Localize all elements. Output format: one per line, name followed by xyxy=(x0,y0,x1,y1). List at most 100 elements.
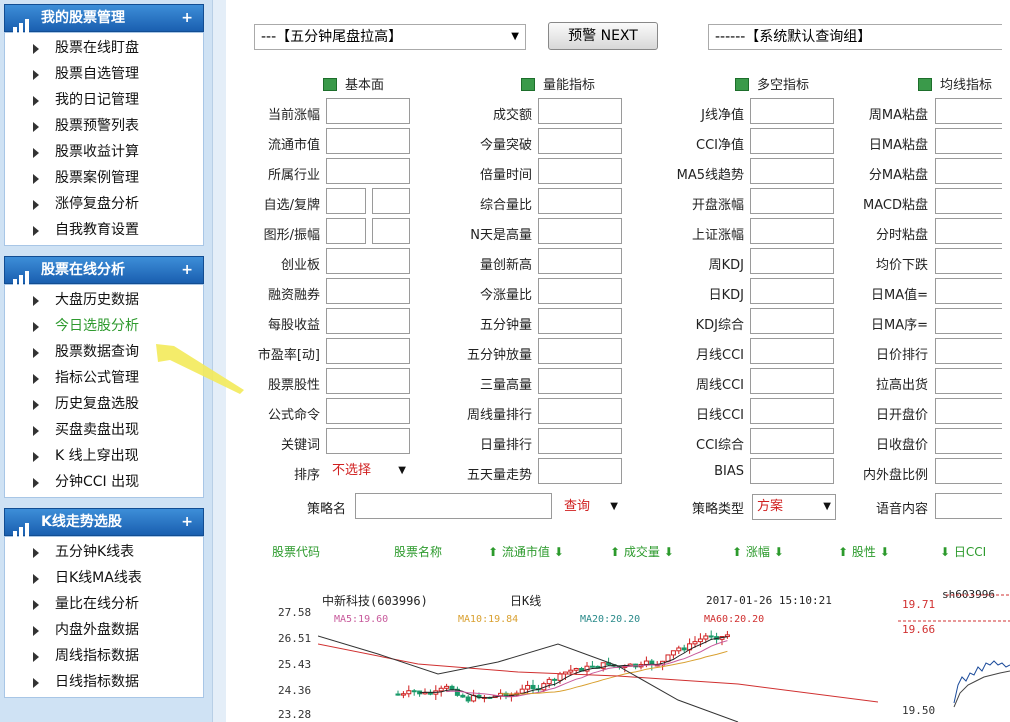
sidebar-item[interactable]: 分钟CCI 出现 xyxy=(5,469,203,495)
sidebar-item[interactable]: K 线上穿出现 xyxy=(5,443,203,469)
filter-input[interactable] xyxy=(538,428,622,454)
filter-input[interactable] xyxy=(750,158,834,184)
filter-input[interactable] xyxy=(935,308,1002,334)
filter-input[interactable] xyxy=(326,218,366,244)
filter-input[interactable] xyxy=(750,398,834,424)
filter-input[interactable] xyxy=(750,308,834,334)
voice-input[interactable] xyxy=(935,493,1002,519)
filter-input[interactable] xyxy=(372,188,410,214)
sidebar-group-header[interactable]: 我的股票管理 + xyxy=(4,4,204,33)
sidebar-item[interactable]: 日K线MA线表 xyxy=(5,565,203,591)
filter-input[interactable] xyxy=(538,368,622,394)
sidebar-group-header[interactable]: K线走势选股 + xyxy=(4,508,204,537)
grid-header-stockness[interactable]: ⬆ 股性 ⬇ xyxy=(838,543,890,560)
filter-input[interactable] xyxy=(326,368,410,394)
candlestick-chart[interactable] xyxy=(318,604,878,722)
sidebar-item[interactable]: 自我教育设置 xyxy=(5,217,203,243)
sort-up-icon: ⬆ xyxy=(732,545,743,559)
filter-input[interactable] xyxy=(750,428,834,454)
filter-input[interactable] xyxy=(935,368,1002,394)
sidebar-item[interactable]: 量比在线分析 xyxy=(5,591,203,617)
filter-input[interactable] xyxy=(935,128,1002,154)
query-select[interactable]: 查询 ▼ xyxy=(560,496,622,518)
sidebar-item[interactable]: 股票案例管理 xyxy=(5,165,203,191)
strategy-name-input[interactable] xyxy=(355,493,552,519)
query-group-select[interactable]: ------【系统默认查询组】 xyxy=(708,24,1002,50)
filter-input[interactable] xyxy=(750,338,834,364)
filter-input[interactable] xyxy=(538,98,622,124)
filter-input[interactable] xyxy=(326,338,410,364)
filter-input[interactable] xyxy=(750,368,834,394)
filter-input[interactable] xyxy=(538,398,622,424)
filter-input[interactable] xyxy=(326,128,410,154)
filter-input[interactable] xyxy=(326,398,410,424)
sidebar-item[interactable]: 周线指标数据 xyxy=(5,643,203,669)
filter-input[interactable] xyxy=(750,248,834,274)
filter-input[interactable] xyxy=(326,278,410,304)
filter-input[interactable] xyxy=(326,428,410,454)
filter-input[interactable] xyxy=(750,188,834,214)
filter-input[interactable] xyxy=(935,338,1002,364)
grid-header-cci[interactable]: ⬇ 日CCI xyxy=(940,543,986,560)
sidebar-item[interactable]: 涨停复盘分析 xyxy=(5,191,203,217)
filter-label: CCI净值 xyxy=(696,138,744,153)
grid-header-volume[interactable]: ⬆ 成交量 ⬇ xyxy=(610,543,674,560)
filter-input[interactable] xyxy=(538,188,622,214)
filter-input[interactable] xyxy=(538,338,622,364)
filter-input[interactable] xyxy=(935,278,1002,304)
filter-input[interactable] xyxy=(935,398,1002,424)
filter-input[interactable] xyxy=(750,128,834,154)
grid-header-code[interactable]: 股票代码 xyxy=(272,543,320,560)
filter-input[interactable] xyxy=(935,218,1002,244)
filter-input[interactable] xyxy=(935,188,1002,214)
sidebar-item[interactable]: 股票自选管理 xyxy=(5,61,203,87)
filter-input[interactable] xyxy=(935,98,1002,124)
sidebar-item[interactable]: 买盘卖盘出现 xyxy=(5,417,203,443)
sidebar-item[interactable]: 股票在线盯盘 xyxy=(5,35,203,61)
filter-input[interactable] xyxy=(326,248,410,274)
filter-input[interactable] xyxy=(538,458,622,484)
grid-header-market-cap[interactable]: ⬆ 流通市值 ⬇ xyxy=(488,543,564,560)
filter-input[interactable] xyxy=(935,458,1002,484)
strategy-select[interactable]: ---【五分钟尾盘拉高】 ▼ xyxy=(254,24,526,50)
grid-header-change[interactable]: ⬆ 涨幅 ⬇ xyxy=(732,543,784,560)
filter-input[interactable] xyxy=(326,98,410,124)
strategy-type-select[interactable]: 方案 ▼ xyxy=(752,494,836,520)
filter-input[interactable] xyxy=(538,158,622,184)
filter-input[interactable] xyxy=(538,248,622,274)
sidebar-item[interactable]: 五分钟K线表 xyxy=(5,539,203,565)
filter-input[interactable] xyxy=(935,428,1002,454)
expand-icon[interactable]: + xyxy=(181,257,193,283)
filter-input[interactable] xyxy=(326,308,410,334)
sidebar-group-title: K线走势选股 xyxy=(41,514,122,530)
filter-input[interactable] xyxy=(538,308,622,334)
sidebar-item[interactable]: 我的日记管理 xyxy=(5,87,203,113)
expand-icon[interactable]: + xyxy=(181,5,193,31)
triangle-right-icon xyxy=(33,652,39,662)
filter-input[interactable] xyxy=(750,98,834,124)
filter-input[interactable] xyxy=(372,218,410,244)
expand-icon[interactable]: + xyxy=(181,509,193,535)
filter-input[interactable] xyxy=(326,188,366,214)
filter-input[interactable] xyxy=(935,248,1002,274)
filter-input[interactable] xyxy=(538,278,622,304)
grid-header-name[interactable]: 股票名称 xyxy=(394,543,442,560)
sidebar-item[interactable]: 今日选股分析 xyxy=(5,313,203,339)
filter-input[interactable] xyxy=(935,158,1002,184)
filter-input[interactable] xyxy=(326,158,410,184)
next-button[interactable]: 预警 NEXT xyxy=(548,22,658,50)
sidebar-item[interactable]: 内盘外盘数据 xyxy=(5,617,203,643)
sidebar-item[interactable]: 日线指标数据 xyxy=(5,669,203,695)
filter-input[interactable] xyxy=(750,458,834,484)
filter-input[interactable] xyxy=(750,278,834,304)
sidebar-item[interactable]: 大盘历史数据 xyxy=(5,287,203,313)
filter-input[interactable] xyxy=(538,128,622,154)
y-tick: 23.28 xyxy=(278,708,312,721)
sort-select[interactable]: 不选择 ▼ xyxy=(328,460,410,482)
filter-label: 拉高出货 xyxy=(875,378,928,393)
filter-input[interactable] xyxy=(538,218,622,244)
sidebar-group-header[interactable]: 股票在线分析 + xyxy=(4,256,204,285)
filter-input[interactable] xyxy=(750,218,834,244)
sidebar-item[interactable]: 股票预警列表 xyxy=(5,113,203,139)
sidebar-item[interactable]: 股票收益计算 xyxy=(5,139,203,165)
